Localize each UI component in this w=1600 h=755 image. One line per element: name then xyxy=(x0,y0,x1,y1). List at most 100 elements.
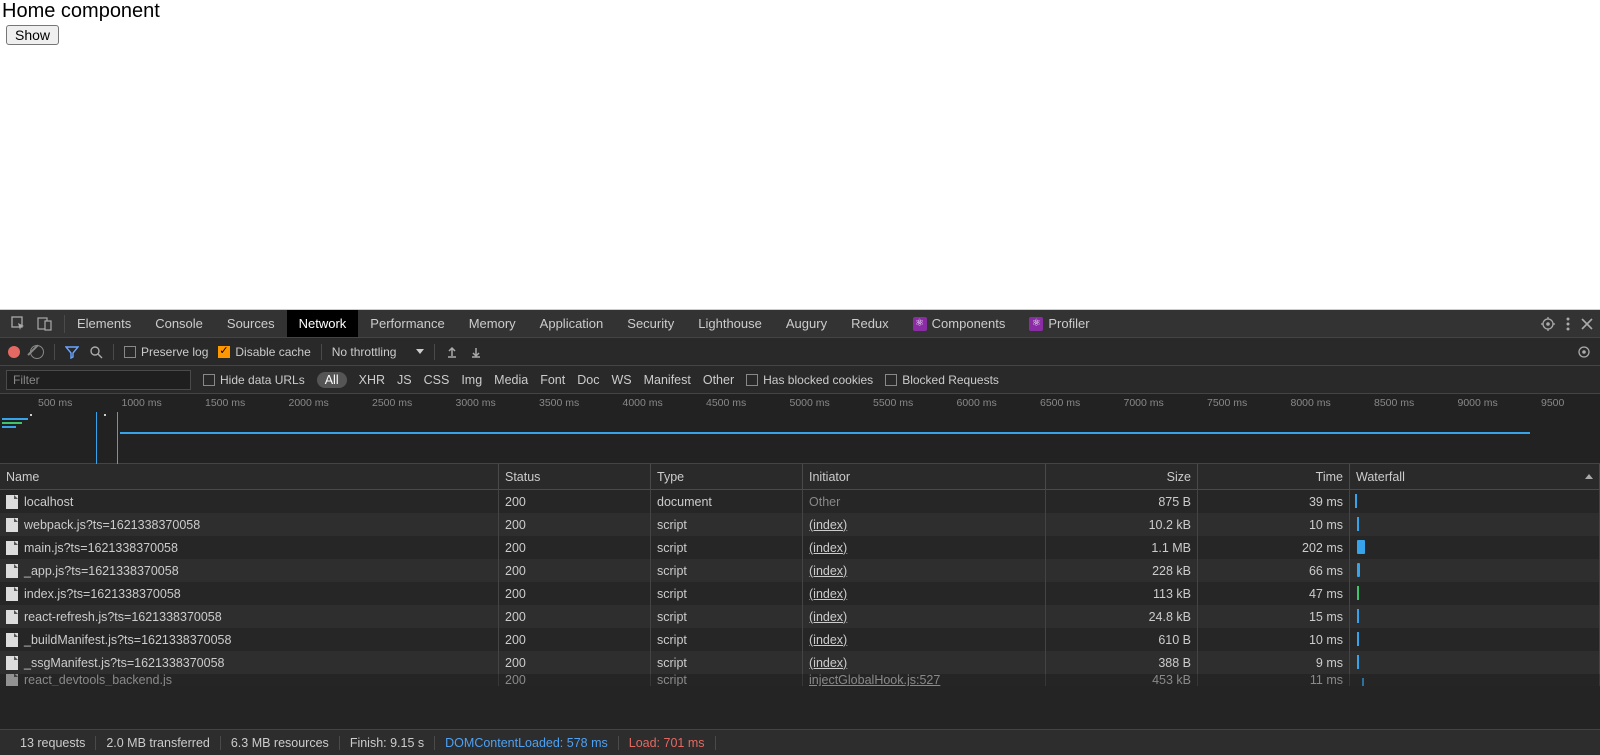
network-row[interactable]: webpack.js?ts=1621338370058200script(ind… xyxy=(0,513,1600,536)
cell-size: 24.8 kB xyxy=(1046,605,1198,628)
devtools-tabs: Elements Console Sources Network Perform… xyxy=(65,310,1534,337)
search-icon[interactable] xyxy=(89,345,103,359)
waterfall-bar xyxy=(1357,609,1359,623)
tab-augury[interactable]: Augury xyxy=(774,310,839,337)
file-icon xyxy=(6,674,18,686)
page-heading: Home component xyxy=(0,0,1600,23)
blocked-requests-checkbox[interactable]: Blocked Requests xyxy=(885,373,999,387)
filter-type-doc[interactable]: Doc xyxy=(577,373,599,387)
initiator-link[interactable]: injectGlobalHook.js:527 xyxy=(809,674,940,686)
close-icon[interactable] xyxy=(1580,317,1594,331)
filter-type-media[interactable]: Media xyxy=(494,373,528,387)
network-row[interactable]: _buildManifest.js?ts=1621338370058200scr… xyxy=(0,628,1600,651)
network-row[interactable]: _app.js?ts=1621338370058200script(index)… xyxy=(0,559,1600,582)
devtools-right-icons xyxy=(1534,316,1600,332)
initiator-link: Other xyxy=(809,495,840,509)
overview-tick: 2500 ms xyxy=(372,397,412,409)
record-button[interactable] xyxy=(8,346,20,358)
tab-elements[interactable]: Elements xyxy=(65,310,143,337)
tab-memory[interactable]: Memory xyxy=(457,310,528,337)
tab-redux[interactable]: Redux xyxy=(839,310,901,337)
tab-sources[interactable]: Sources xyxy=(215,310,287,337)
tab-react-components[interactable]: ⚛Components xyxy=(901,310,1018,337)
header-initiator[interactable]: Initiator xyxy=(803,464,1046,489)
cell-name-text: react_devtools_backend.js xyxy=(24,674,172,686)
initiator-link[interactable]: (index) xyxy=(809,518,847,532)
file-icon xyxy=(6,541,18,555)
initiator-link[interactable]: (index) xyxy=(809,564,847,578)
disable-cache-checkbox[interactable]: Disable cache xyxy=(218,345,310,359)
tab-lighthouse[interactable]: Lighthouse xyxy=(686,310,774,337)
initiator-link[interactable]: (index) xyxy=(809,587,847,601)
preserve-log-checkbox[interactable]: Preserve log xyxy=(124,345,208,359)
network-row[interactable]: _ssgManifest.js?ts=1621338370058200scrip… xyxy=(0,651,1600,674)
inspect-element-icon[interactable] xyxy=(10,315,28,333)
filter-type-js[interactable]: JS xyxy=(397,373,412,387)
hide-data-urls-checkbox[interactable]: Hide data URLs xyxy=(203,373,305,387)
file-icon xyxy=(6,564,18,578)
network-row[interactable]: main.js?ts=1621338370058200script(index)… xyxy=(0,536,1600,559)
initiator-link[interactable]: (index) xyxy=(809,633,847,647)
gear-icon[interactable] xyxy=(1540,316,1556,332)
clear-button[interactable] xyxy=(30,345,44,359)
overview-bar xyxy=(2,418,28,420)
cell-name: _buildManifest.js?ts=1621338370058 xyxy=(0,628,499,651)
network-row[interactable]: index.js?ts=1621338370058200script(index… xyxy=(0,582,1600,605)
has-blocked-cookies-checkbox[interactable]: Has blocked cookies xyxy=(746,373,873,387)
overview-dot xyxy=(104,414,106,416)
throttling-select[interactable]: No throttling xyxy=(332,345,425,359)
filter-type-manifest[interactable]: Manifest xyxy=(644,373,691,387)
header-size[interactable]: Size xyxy=(1046,464,1198,489)
tab-security[interactable]: Security xyxy=(615,310,686,337)
network-settings-icon[interactable] xyxy=(1576,344,1592,360)
tab-network[interactable]: Network xyxy=(287,310,359,337)
filter-type-xhr[interactable]: XHR xyxy=(359,373,385,387)
header-status[interactable]: Status xyxy=(499,464,651,489)
tab-react-profiler[interactable]: ⚛Profiler xyxy=(1017,310,1101,337)
overview-tick: 8500 ms xyxy=(1374,397,1414,409)
devtools-tab-bar: Elements Console Sources Network Perform… xyxy=(0,310,1600,338)
overview-bar xyxy=(2,422,22,424)
download-har-icon[interactable] xyxy=(469,345,483,359)
header-time[interactable]: Time xyxy=(1198,464,1350,489)
network-row[interactable]: react-refresh.js?ts=1621338370058200scri… xyxy=(0,605,1600,628)
initiator-link[interactable]: (index) xyxy=(809,656,847,670)
cell-waterfall xyxy=(1350,674,1600,686)
filter-type-font[interactable]: Font xyxy=(540,373,565,387)
filter-input[interactable] xyxy=(6,370,191,390)
filter-type-ws[interactable]: WS xyxy=(611,373,631,387)
tab-console[interactable]: Console xyxy=(143,310,215,337)
cell-time: 66 ms xyxy=(1198,559,1350,582)
header-waterfall[interactable]: Waterfall xyxy=(1350,464,1600,489)
header-name[interactable]: Name xyxy=(0,464,499,489)
initiator-link[interactable]: (index) xyxy=(809,610,847,624)
filter-type-img[interactable]: Img xyxy=(461,373,482,387)
show-button[interactable]: Show xyxy=(6,25,59,45)
cell-time: 202 ms xyxy=(1198,536,1350,559)
cell-name: index.js?ts=1621338370058 xyxy=(0,582,499,605)
kebab-menu-icon[interactable] xyxy=(1566,316,1570,332)
cell-type: script xyxy=(651,628,803,651)
upload-har-icon[interactable] xyxy=(445,345,459,359)
filter-type-all[interactable]: All xyxy=(317,372,347,388)
cell-name-text: _app.js?ts=1621338370058 xyxy=(24,564,179,578)
sort-asc-icon xyxy=(1585,474,1593,479)
disable-cache-label: Disable cache xyxy=(235,345,310,359)
file-icon xyxy=(6,633,18,647)
cell-status: 200 xyxy=(499,536,651,559)
filter-type-other[interactable]: Other xyxy=(703,373,734,387)
filter-type-css[interactable]: CSS xyxy=(424,373,450,387)
device-toggle-icon[interactable] xyxy=(36,315,54,333)
overview-tick: 3500 ms xyxy=(539,397,579,409)
blocked-requests-label: Blocked Requests xyxy=(902,373,999,387)
filter-toggle-icon[interactable] xyxy=(65,345,79,359)
tab-application[interactable]: Application xyxy=(528,310,616,337)
tab-performance[interactable]: Performance xyxy=(358,310,456,337)
cell-size: 228 kB xyxy=(1046,559,1198,582)
network-row[interactable]: localhost200documentOther875 B39 ms xyxy=(0,490,1600,513)
initiator-link[interactable]: (index) xyxy=(809,541,847,555)
network-overview[interactable]: 500 ms1000 ms1500 ms2000 ms2500 ms3000 m… xyxy=(0,394,1600,464)
cell-initiator: (index) xyxy=(803,559,1046,582)
header-type[interactable]: Type xyxy=(651,464,803,489)
network-row[interactable]: react_devtools_backend.js200scriptinject… xyxy=(0,674,1600,686)
